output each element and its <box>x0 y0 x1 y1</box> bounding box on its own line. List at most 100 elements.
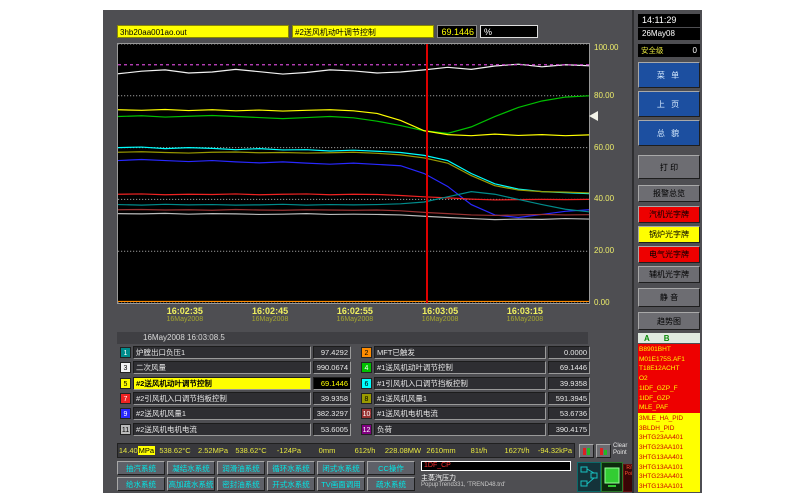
legend-row[interactable]: 10#1送风机电机电流53.6736 <box>361 407 593 420</box>
alarm-item[interactable]: 3HTG23AA101 <box>639 443 699 453</box>
alarm-list-active[interactable]: B8901BHTM01E175S.AF1T18E12ACHTO21IDF_GZP… <box>638 344 700 413</box>
status-value: 538.62°C <box>156 446 194 455</box>
pen-number-box[interactable]: 10 <box>361 408 372 419</box>
pen-number-box[interactable]: 11 <box>120 424 131 435</box>
legend-row[interactable]: 11#2送风机电机电流53.6005 <box>120 423 352 436</box>
legend-row[interactable]: 9#2送风机风量1382.3297 <box>120 407 352 420</box>
point-value-readout: 69.1446 <box>437 25 477 38</box>
trend-chart[interactable] <box>117 43 590 304</box>
sidebar-button[interactable]: 总 貌 <box>638 120 700 146</box>
alarm-item[interactable]: M01E175S.AF1 <box>639 355 699 365</box>
alarm-item[interactable]: MLE_PAF <box>639 403 699 413</box>
network-nodes-icon[interactable] <box>577 462 601 492</box>
sidebar-button[interactable]: 辅机光字牌 <box>638 266 700 283</box>
nav-button[interactable]: 开式水系统 <box>267 477 315 491</box>
pen-name[interactable]: #1送风机电机电流 <box>374 407 546 420</box>
time-cursor-line[interactable] <box>426 44 428 303</box>
nav-button[interactable]: CC操作 <box>367 461 415 475</box>
x-axis-tick: 16:02:3516May2008 <box>167 306 204 323</box>
pen-name[interactable]: #2送风机风量1 <box>133 407 311 420</box>
alarm-item[interactable]: 3HTG13AA101 <box>639 482 699 492</box>
alarm-item[interactable]: 3HTG13AA101 <box>639 463 699 473</box>
pen-value: 990.0674 <box>313 361 351 374</box>
legend-row[interactable]: 2MFT已触发0.0000 <box>361 346 593 359</box>
sidebar-button[interactable]: 汽机光字牌 <box>638 206 700 223</box>
pen-value: 53.6736 <box>548 407 590 420</box>
pen-number-box[interactable]: 6 <box>361 378 372 389</box>
point-group-a-button[interactable] <box>579 444 594 458</box>
alarm-item[interactable]: 3HTG13AA401 <box>639 453 699 463</box>
nav-button[interactable]: 闭式水系统 <box>317 461 365 475</box>
pen-name[interactable]: #1送风机动叶调节控制 <box>374 361 546 374</box>
alarm-item[interactable]: B8901BHT <box>639 345 699 355</box>
sidebar-button[interactable]: 趋势图 <box>638 312 700 330</box>
pen-name[interactable]: 炉膛出口负压1 <box>133 346 311 359</box>
legend-row[interactable]: 5#2送风机动叶调节控制69.1446 <box>120 377 352 390</box>
red-green-bars-icon <box>582 447 591 456</box>
point-group-b-button[interactable] <box>596 444 611 458</box>
pen-name[interactable]: MFT已触发 <box>374 346 546 359</box>
legend-row[interactable]: 6#1引风机入口调节挡板控制39.9358 <box>361 377 593 390</box>
point-tag-field[interactable]: 3hb20aa001ao.out <box>117 25 289 38</box>
security-level-label: 安全级 <box>641 45 664 56</box>
pen-number-box[interactable]: 7 <box>120 393 131 404</box>
nav-button[interactable]: 给水系统 <box>117 477 165 491</box>
pen-number-box[interactable]: 3 <box>120 362 131 373</box>
pen-name[interactable]: 负荷 <box>374 423 546 436</box>
y-axis-tick: 0.00 <box>594 298 628 307</box>
sidebar-button[interactable]: 锅炉光字牌 <box>638 226 700 243</box>
legend-row[interactable]: 3二次风量990.0674 <box>120 361 352 374</box>
nav-button[interactable]: 疏水系统 <box>367 477 415 491</box>
sidebar-button[interactable]: 报警总览 <box>638 185 700 202</box>
alarm-item[interactable]: O2 <box>639 374 699 384</box>
nav-button[interactable]: 循环水系统 <box>267 461 315 475</box>
pen-name[interactable]: #1引风机入口调节挡板控制 <box>374 377 546 390</box>
alarm-list-acknowledged[interactable]: 3MLE_HA_PID3BLDH_PID3HTG23AA4013HTG23AA1… <box>638 413 700 492</box>
sidebar-button[interactable]: 电气光字牌 <box>638 246 700 263</box>
alarm-item[interactable]: 1IDF_GZP <box>639 394 699 404</box>
pen-number-box[interactable]: 8 <box>361 393 372 404</box>
status-value: -94.32kPa <box>536 446 574 455</box>
pen-name[interactable]: 二次风量 <box>133 361 311 374</box>
nav-button[interactable]: 高加疏水系统 <box>167 477 215 491</box>
status-value: 14.40MPa <box>118 446 156 455</box>
sidebar-button[interactable]: 静 音 <box>638 288 700 307</box>
alarm-item[interactable]: 3BLDH_PID <box>639 424 699 434</box>
nav-button[interactable]: 凝结水系统 <box>167 461 215 475</box>
pen-number-box[interactable]: 4 <box>361 362 372 373</box>
nav-button[interactable]: 润滑油系统 <box>217 461 265 475</box>
pen-number-box[interactable]: 1 <box>120 347 131 358</box>
trend-curve <box>118 64 589 74</box>
alarm-item[interactable]: 3HTG23AA401 <box>639 433 699 443</box>
clear-point-label[interactable]: Clear Point <box>613 443 633 459</box>
pen-name[interactable]: #2送风机电机电流 <box>133 423 311 436</box>
sidebar-button[interactable]: 打 印 <box>638 155 700 179</box>
legend-row[interactable]: 1炉膛出口负压197.4292 <box>120 346 352 359</box>
sidebar-button[interactable]: 上 页 <box>638 91 700 117</box>
command-entry-field[interactable]: 1DF_CP <box>421 461 571 471</box>
nav-button[interactable]: TV画面调用 <box>317 477 365 491</box>
alarm-item[interactable]: T18E12ACHT <box>639 364 699 374</box>
legend-row[interactable]: 8#1送风机风量1591.3945 <box>361 392 593 405</box>
point-description-field[interactable]: #2送风机动叶调节控制 <box>292 25 434 38</box>
alarm-item[interactable]: 3HTG23AA401 <box>639 472 699 482</box>
pen-number-box[interactable]: 9 <box>120 408 131 419</box>
pen-number-box[interactable]: 12 <box>361 424 372 435</box>
pen-number-box[interactable]: 2 <box>361 347 372 358</box>
nav-button[interactable]: 抽汽系统 <box>117 461 165 475</box>
legend-row[interactable]: 12负荷390.4175 <box>361 423 593 436</box>
pen-name[interactable]: #2送风机动叶调节控制 <box>133 377 311 390</box>
ab-indicator: B <box>664 334 670 343</box>
security-level-value: 0 <box>693 46 697 55</box>
nav-button[interactable]: 密封油系统 <box>217 477 265 491</box>
legend-row[interactable]: 4#1送风机动叶调节控制69.1446 <box>361 361 593 374</box>
pen-name[interactable]: #1送风机风量1 <box>374 392 546 405</box>
pen-number-box[interactable]: 5 <box>120 378 131 389</box>
pen-value: 69.1446 <box>313 377 351 390</box>
monitor-icon[interactable] <box>601 462 623 492</box>
pen-name[interactable]: #2引风机入口调节挡板控制 <box>133 392 311 405</box>
sidebar-button[interactable]: 菜 单 <box>638 62 700 88</box>
legend-row[interactable]: 7#2引风机入口调节挡板控制39.9358 <box>120 392 352 405</box>
alarm-item[interactable]: 3MLE_HA_PID <box>639 414 699 424</box>
alarm-item[interactable]: 1IDF_GZP_F <box>639 384 699 394</box>
